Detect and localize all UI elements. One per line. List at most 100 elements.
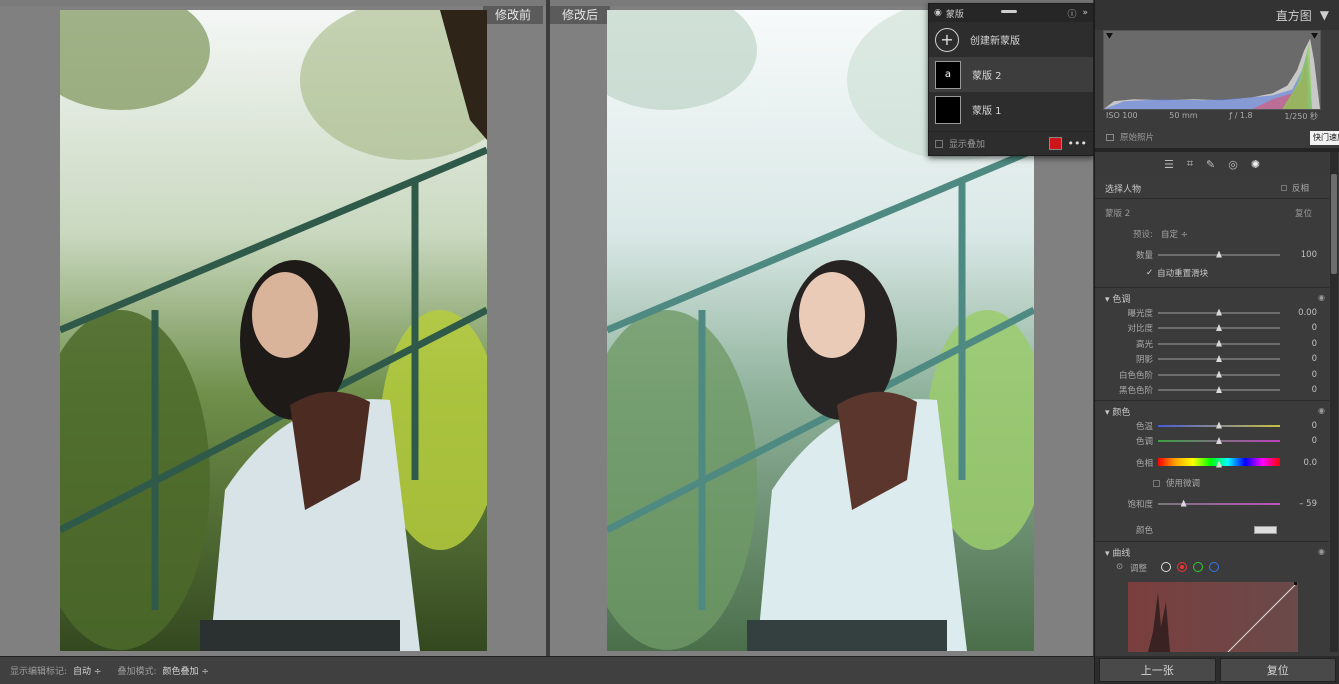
collapse-icon[interactable]: » bbox=[1082, 8, 1088, 18]
amount-row: 数量 100 bbox=[1095, 247, 1329, 262]
right-panel: 直方图 ▼ ISO 100 50 mm ƒ / 1.8 1/250 秒 原始照片… bbox=[1094, 0, 1339, 684]
color-section-header[interactable]: ▾ 颜色 bbox=[1105, 405, 1130, 418]
slider-row: 曝光度 0.00 bbox=[1095, 305, 1329, 320]
crop-icon[interactable]: ⌗ bbox=[1187, 157, 1193, 171]
before-photo[interactable] bbox=[60, 10, 487, 651]
curve-title: 曲线 bbox=[1112, 549, 1131, 559]
amount-value[interactable]: 100 bbox=[1301, 250, 1317, 260]
saturation-value[interactable]: – 59 bbox=[1299, 499, 1317, 509]
masks-panel: ◉ 蒙版 ⓘ » + 创建新蒙版 a 蒙版 2 蒙版 1 显示叠加 ••• bbox=[928, 3, 1094, 156]
slider-value[interactable]: 0 bbox=[1312, 385, 1317, 395]
overlay-color-swatch[interactable] bbox=[1048, 137, 1062, 150]
masking-icon[interactable]: ✺ bbox=[1251, 158, 1260, 171]
auto-reset-toggle[interactable]: ✓ 自动重置滑块 bbox=[1146, 267, 1208, 279]
slider-value[interactable]: 0 bbox=[1312, 421, 1317, 431]
show-overlay-checkbox[interactable] bbox=[935, 139, 943, 148]
reset-link[interactable]: 复位 bbox=[1295, 207, 1312, 219]
divider bbox=[1095, 541, 1329, 542]
show-marks-label: 显示编辑标记: bbox=[10, 667, 68, 677]
slider-value[interactable]: 0 bbox=[1312, 370, 1317, 380]
color-picker-swatch[interactable] bbox=[1254, 525, 1277, 534]
curve-channel-red[interactable] bbox=[1177, 562, 1187, 572]
eye-icon[interactable]: ◉ bbox=[1318, 293, 1325, 302]
slider-track[interactable] bbox=[1158, 421, 1280, 429]
reset-button[interactable]: 复位 bbox=[1219, 658, 1336, 682]
mask-item-2[interactable]: a 蒙版 2 bbox=[929, 57, 1093, 92]
target-adjust-icon[interactable]: ⊙ bbox=[1116, 562, 1123, 572]
tone-curve[interactable] bbox=[1128, 582, 1298, 652]
slider-value[interactable]: 0 bbox=[1312, 354, 1317, 364]
red-eye-icon[interactable]: ◎ bbox=[1228, 158, 1238, 171]
fine-tune-toggle[interactable]: 使用微调 bbox=[1153, 477, 1200, 489]
create-mask-button[interactable]: + 创建新蒙版 bbox=[929, 22, 1093, 57]
drag-handle[interactable] bbox=[1001, 10, 1017, 13]
slider-knob[interactable] bbox=[1216, 460, 1222, 468]
saturation-row: 饱和度 – 59 bbox=[1095, 496, 1329, 511]
fine-tune-checkbox[interactable] bbox=[1153, 479, 1160, 487]
show-marks-dropdown[interactable]: 自动 ÷ bbox=[73, 664, 101, 677]
slider-track[interactable] bbox=[1158, 308, 1280, 316]
slider-knob[interactable] bbox=[1216, 250, 1222, 258]
eye-icon[interactable]: ◉ bbox=[934, 8, 942, 18]
previous-button[interactable]: 上一张 bbox=[1099, 658, 1216, 682]
eye-icon[interactable]: ◉ bbox=[1318, 406, 1325, 415]
curve-section-header[interactable]: ▾ 曲线 bbox=[1105, 546, 1130, 559]
slider-value[interactable]: 0 bbox=[1312, 323, 1317, 333]
slider-track[interactable] bbox=[1158, 339, 1280, 347]
slider-label: 色调 bbox=[1135, 437, 1153, 447]
amount-label: 数量 bbox=[1135, 250, 1153, 261]
healing-icon[interactable]: ✎ bbox=[1206, 158, 1215, 171]
slider-knob[interactable] bbox=[1216, 339, 1222, 347]
eye-icon[interactable]: ◉ bbox=[1318, 547, 1325, 556]
tool-strip: ☰ ⌗ ✎ ◎ ✺ bbox=[1095, 152, 1329, 176]
preset-dropdown[interactable]: 自定 ÷ bbox=[1161, 228, 1188, 240]
original-photo-checkbox[interactable] bbox=[1106, 133, 1114, 141]
curve-channel-green[interactable] bbox=[1193, 562, 1203, 572]
create-mask-label: 创建新蒙版 bbox=[970, 36, 1020, 47]
slider-value[interactable]: 0.0 bbox=[1303, 458, 1317, 468]
invert-toggle[interactable]: 反相 bbox=[1281, 182, 1309, 194]
slider-knob[interactable] bbox=[1216, 421, 1222, 429]
more-icon[interactable]: ••• bbox=[1068, 137, 1087, 150]
amount-slider[interactable] bbox=[1158, 250, 1280, 258]
invert-checkbox[interactable] bbox=[1281, 185, 1287, 191]
help-icon[interactable]: ⓘ bbox=[1067, 7, 1076, 20]
curve-channel-blue[interactable] bbox=[1209, 562, 1219, 572]
slider-knob[interactable] bbox=[1216, 437, 1222, 444]
sliders-icon[interactable]: ☰ bbox=[1164, 158, 1174, 171]
preset-label: 预设: bbox=[1133, 230, 1153, 240]
slider-knob[interactable] bbox=[1216, 355, 1222, 362]
original-photo-toggle[interactable]: 原始照片 bbox=[1106, 131, 1154, 143]
slider-knob[interactable] bbox=[1216, 324, 1222, 331]
slider-knob[interactable] bbox=[1216, 370, 1222, 378]
overlay-mode-dropdown[interactable]: 颜色叠加 ÷ bbox=[163, 664, 209, 677]
slider-value[interactable]: 0.00 bbox=[1298, 308, 1317, 318]
curve-channel-white[interactable] bbox=[1161, 562, 1171, 572]
slider-track[interactable] bbox=[1158, 324, 1280, 331]
slider-row: 对比度 0 bbox=[1095, 321, 1329, 336]
slider-track[interactable] bbox=[1158, 355, 1280, 362]
focal-length-value: 50 mm bbox=[1169, 111, 1198, 120]
slider-value[interactable]: 0 bbox=[1312, 436, 1317, 446]
slider-track[interactable] bbox=[1158, 386, 1280, 393]
scrollbar-thumb[interactable] bbox=[1331, 174, 1337, 274]
slider-knob[interactable] bbox=[1180, 499, 1187, 507]
tone-section-header[interactable]: ▾ 色调 bbox=[1105, 292, 1130, 305]
divider bbox=[1095, 287, 1329, 288]
slider-row: 色调 0 bbox=[1095, 434, 1329, 449]
masks-panel-header[interactable]: ◉ 蒙版 ⓘ » bbox=[929, 4, 1093, 22]
slider-knob[interactable] bbox=[1216, 308, 1222, 316]
plus-icon: + bbox=[935, 27, 959, 52]
checkmark-icon[interactable]: ✓ bbox=[1146, 268, 1153, 278]
saturation-slider[interactable] bbox=[1158, 499, 1280, 507]
triangle-down-icon[interactable]: ▼ bbox=[1320, 8, 1329, 22]
slider-knob[interactable] bbox=[1216, 386, 1222, 393]
slider-value[interactable]: 0 bbox=[1312, 339, 1317, 349]
slider-track[interactable] bbox=[1158, 370, 1280, 378]
slider-track[interactable] bbox=[1158, 437, 1280, 444]
panel-scrollbar[interactable] bbox=[1330, 152, 1338, 652]
auto-reset-label: 自动重置滑块 bbox=[1157, 269, 1209, 279]
mask-item-1[interactable]: 蒙版 1 bbox=[929, 92, 1093, 127]
slider-track[interactable] bbox=[1158, 457, 1280, 468]
histogram-header[interactable]: 直方图 ▼ bbox=[1095, 0, 1339, 30]
